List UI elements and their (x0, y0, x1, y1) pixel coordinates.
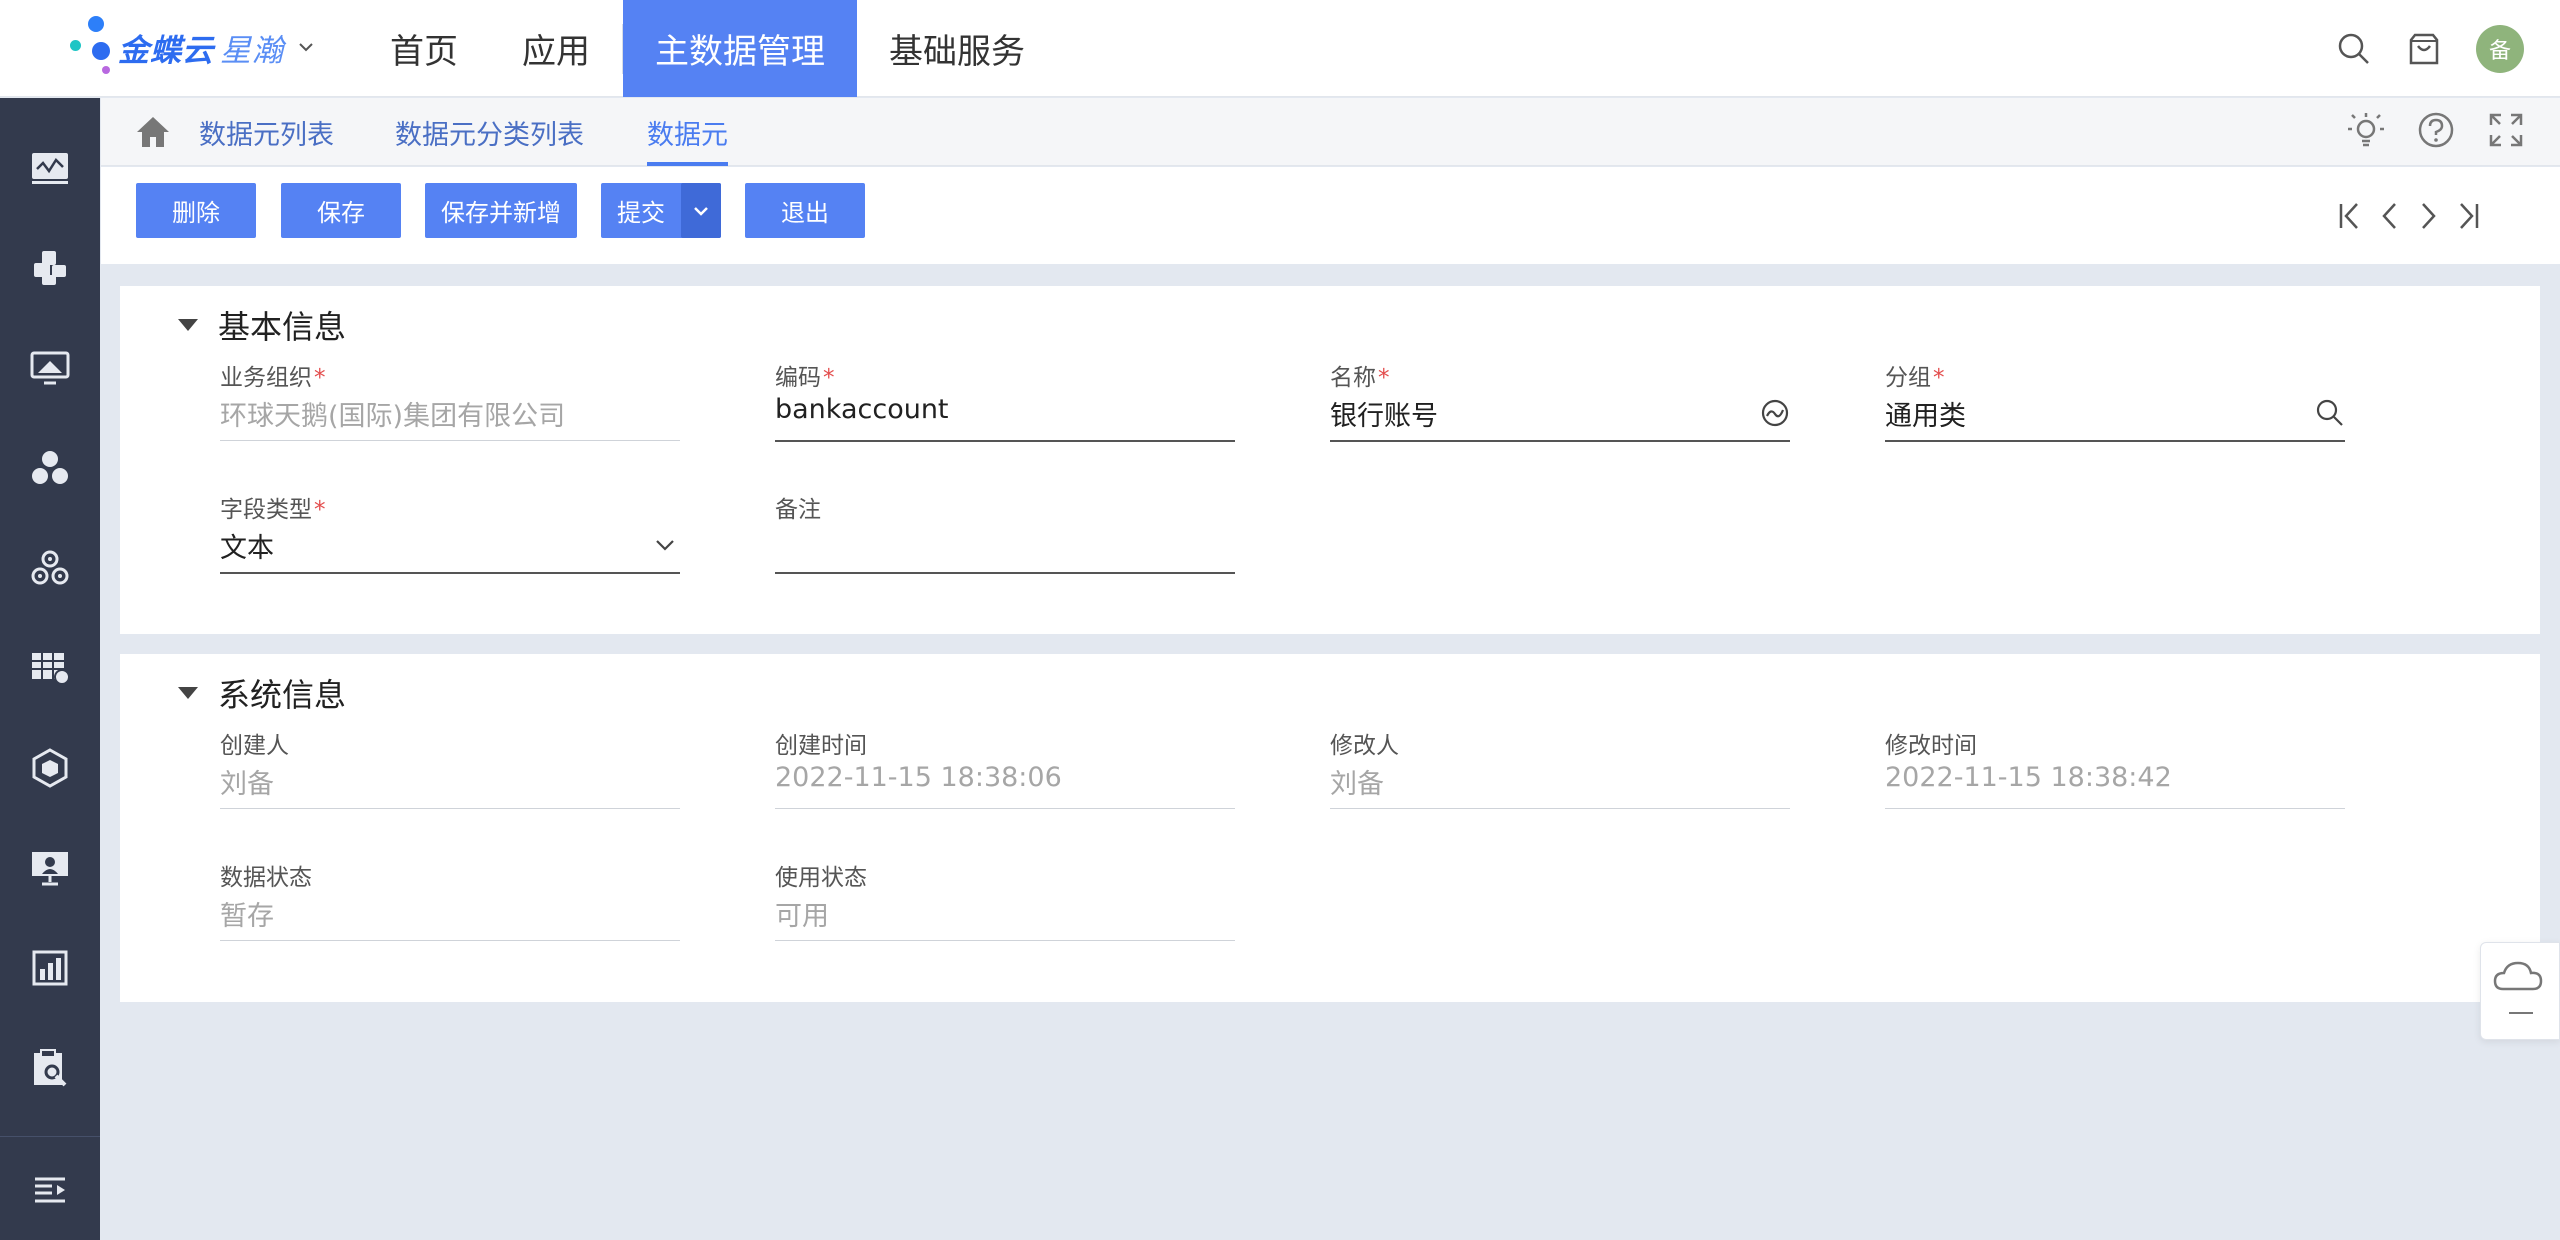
data-status-field: 数据状态 暂存 (220, 858, 680, 943)
building-chart-icon[interactable] (0, 938, 100, 998)
business-org-value: 环球天鹅(国际)集团有限公司 (220, 401, 566, 432)
tab-data-element-category-list[interactable]: 数据元分类列表 (395, 98, 584, 166)
remark-field[interactable]: 备注 (775, 490, 1235, 575)
sidebar (0, 98, 100, 1240)
name-field[interactable]: 名称* 银行账号 (1330, 358, 1790, 443)
created-time-label: 创建时间 (775, 733, 867, 759)
group-field[interactable]: 分组* 通用类 (1885, 358, 2345, 443)
basic-info-title: 基本信息 (218, 308, 347, 346)
creator-field: 创建人 刘备 (220, 726, 680, 811)
delete-button[interactable]: 删除 (136, 183, 256, 238)
search-icon[interactable] (2315, 398, 2345, 428)
submit-dropdown-button[interactable] (681, 183, 721, 238)
circles-icon[interactable] (0, 438, 100, 498)
save-button[interactable]: 保存 (281, 183, 401, 238)
toolbar: 删除 保存 保存并新增 提交 退出 (101, 167, 2560, 264)
app-logo[interactable]: 金蝶云 星瀚 (66, 14, 326, 80)
monitor-chart-icon[interactable] (0, 138, 100, 198)
multilang-globe-icon[interactable] (1760, 398, 1790, 428)
remark-label: 备注 (775, 497, 821, 523)
modifier-value: 刘备 (1330, 769, 1384, 800)
previous-record-icon[interactable] (2378, 201, 2400, 231)
sidebar-divider (0, 1136, 100, 1137)
business-org-field: 业务组织* 环球天鹅(国际)集团有限公司 (220, 358, 680, 443)
created-time-value: 2022-11-15 18:38:06 (775, 762, 1062, 793)
screen-icon[interactable] (0, 338, 100, 398)
tab-data-element[interactable]: 数据元 (647, 98, 728, 166)
clipboard-search-icon[interactable] (0, 1038, 100, 1098)
collapse-triangle-icon (178, 319, 198, 331)
name-label: 名称* (1330, 365, 1390, 391)
chevron-down-icon[interactable] (650, 530, 680, 560)
use-status-value: 可用 (775, 901, 829, 932)
group-input[interactable]: 通用类 (1885, 394, 1966, 433)
creator-label: 创建人 (220, 733, 289, 759)
tab-bar: 数据元列表 数据元分类列表 数据元 (101, 98, 2560, 166)
table-settings-icon[interactable] (0, 638, 100, 698)
top-nav: 首页 应用 主数据管理 基础服务 (358, 0, 1057, 97)
help-icon[interactable] (2416, 110, 2456, 150)
field-type-label: 字段类型* (220, 497, 326, 523)
header-actions: 备 (2336, 0, 2524, 97)
modifier-field: 修改人 刘备 (1330, 726, 1790, 811)
chevron-down-icon[interactable] (298, 39, 314, 55)
bulb-icon[interactable] (2346, 110, 2386, 150)
last-record-icon[interactable] (2458, 201, 2480, 231)
nav-home[interactable]: 首页 (358, 0, 490, 97)
home-icon[interactable] (135, 114, 171, 150)
next-record-icon[interactable] (2418, 201, 2440, 231)
search-icon[interactable] (2336, 31, 2372, 67)
use-status-label: 使用状态 (775, 865, 867, 891)
code-field[interactable]: 编码* bankaccount (775, 358, 1235, 443)
bag-icon[interactable] (2406, 31, 2442, 67)
save-and-new-button[interactable]: 保存并新增 (425, 183, 577, 238)
top-header: 金蝶云 星瀚 首页 应用 主数据管理 基础服务 备 (0, 0, 2560, 97)
system-info-title: 系统信息 (218, 676, 347, 714)
system-info-panel: 系统信息 创建人 刘备 创建时间 2022-11-15 18:38:06 修改人… (120, 654, 2540, 1002)
group-label: 分组* (1885, 365, 1945, 391)
exit-button[interactable]: 退出 (745, 183, 865, 238)
basic-info-header[interactable]: 基本信息 (178, 302, 346, 348)
nav-apps[interactable]: 应用 (490, 0, 622, 97)
modified-time-field: 修改时间 2022-11-15 18:38:42 (1885, 726, 2345, 811)
name-input[interactable]: 银行账号 (1330, 394, 1438, 433)
created-time-field: 创建时间 2022-11-15 18:38:06 (775, 726, 1235, 811)
data-status-label: 数据状态 (220, 865, 312, 891)
chevron-down-icon (694, 206, 708, 216)
system-info-header[interactable]: 系统信息 (178, 670, 346, 716)
code-input[interactable]: bankaccount (775, 394, 949, 425)
presentation-icon[interactable] (0, 838, 100, 898)
floating-cloud-widget[interactable] (2480, 942, 2560, 1040)
nav-master-data[interactable]: 主数据管理 (623, 0, 857, 97)
avatar[interactable]: 备 (2476, 24, 2524, 73)
cloud-icon (2493, 961, 2543, 1014)
logo-mark-icon (66, 14, 118, 80)
use-status-field: 使用状态 可用 (775, 858, 1235, 943)
submit-label: 提交 (617, 199, 665, 227)
fullscreen-icon[interactable] (2486, 110, 2526, 150)
creator-value: 刘备 (220, 769, 274, 800)
business-org-label: 业务组织* (220, 365, 326, 391)
basic-info-panel: 基本信息 业务组织* 环球天鹅(国际)集团有限公司 编码* bankaccoun… (120, 286, 2540, 634)
gear-cluster-icon[interactable] (0, 538, 100, 598)
modifier-label: 修改人 (1330, 733, 1399, 759)
field-type-field[interactable]: 字段类型* 文本 (220, 490, 680, 575)
modified-time-label: 修改时间 (1885, 733, 1977, 759)
puzzle-icon[interactable] (0, 238, 100, 298)
field-type-select[interactable]: 文本 (220, 526, 274, 565)
logo-text: 金蝶云 星瀚 (118, 32, 284, 69)
first-record-icon[interactable] (2338, 201, 2360, 231)
data-status-value: 暂存 (220, 901, 274, 932)
collapse-triangle-icon (178, 687, 198, 699)
menu-expand-icon[interactable] (0, 1160, 100, 1220)
cube-icon[interactable] (0, 738, 100, 798)
modified-time-value: 2022-11-15 18:38:42 (1885, 762, 2172, 793)
tab-bar-actions (2346, 110, 2526, 150)
code-label: 编码* (775, 365, 835, 391)
record-pager (2338, 201, 2480, 231)
nav-basic-services[interactable]: 基础服务 (857, 0, 1057, 97)
tab-data-element-list[interactable]: 数据元列表 (199, 98, 334, 166)
